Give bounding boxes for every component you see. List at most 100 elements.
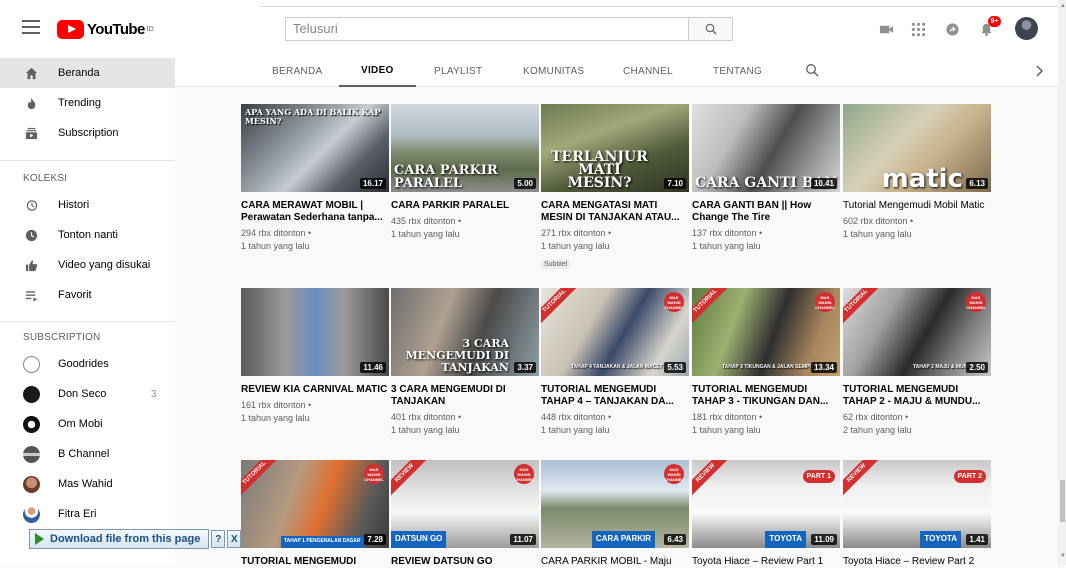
video-card[interactable]: TUTORIAL MAS WAHID CHANNEL TAHAP 4 TANJA…	[541, 288, 689, 437]
video-title[interactable]: CARA PARKIR MOBIL - Maju	[541, 556, 689, 568]
create-video-icon[interactable]	[878, 21, 894, 37]
video-thumbnail[interactable]: TUTORIAL MAS WAHID CHANNEL TAHAP 3 TIKUN…	[692, 288, 840, 376]
video-thumbnail[interactable]: TUTORIAL MAS WAHID CHANNEL TAHAP 2 MAJU …	[843, 288, 991, 376]
video-title[interactable]: Toyota Hiace – Review Part 2	[843, 556, 991, 568]
video-card[interactable]: 3 CARA MENGEMUDI DI TANJAKAN 3.37 3 CARA…	[391, 288, 539, 437]
video-card[interactable]: REVIEW PART 1 TOYOTA 11.09 Toyota Hiace …	[692, 460, 840, 568]
video-card[interactable]: APA YANG ADA DI BALIK KAP MESIN? 16.17 C…	[241, 104, 389, 253]
video-title[interactable]: REVIEW KIA CARNIVAL MATIC	[241, 384, 389, 396]
video-card[interactable]: CARA PARKIR PARALEL 5.00 CARA PARKIR PAR…	[391, 104, 539, 241]
video-thumbnail[interactable]: matic 6.13	[843, 104, 991, 192]
clock-icon	[24, 228, 38, 242]
apps-grid-icon[interactable]	[910, 21, 926, 37]
sidebar-item-label: Mas Wahid	[58, 478, 113, 490]
part-badge: PART 1	[802, 470, 835, 483]
video-duration: 6.13	[966, 178, 988, 189]
video-thumbnail[interactable]: REVIEW MAS WAHID CHANNEL DATSUN GO 11.07	[391, 460, 539, 548]
video-card[interactable]: REVIEW PART 2 TOYOTA 1.41 Toyota Hiace –…	[843, 460, 991, 568]
tab-video[interactable]: VIDEO	[339, 56, 416, 87]
sidebar-item-label: Beranda	[58, 67, 100, 79]
tab-komunitas[interactable]: KOMUNITAS	[523, 56, 584, 87]
video-card[interactable]: TUTORIAL MAS WAHID CHANNEL TAHAP 1 PENGE…	[241, 460, 389, 568]
play-arrow-icon	[35, 533, 44, 545]
video-thumbnail[interactable]: REVIEW PART 1 TOYOTA 11.09	[692, 460, 840, 548]
download-file-button[interactable]: Download file from this page	[29, 529, 210, 549]
video-title[interactable]: CARA MERAWAT MOBIL | Perawatan Sederhana…	[241, 200, 389, 224]
thumbnail-text: 3 CARA MENGEMUDI DI TANJAKAN	[405, 337, 509, 374]
download-close-button[interactable]: X	[227, 530, 242, 548]
video-thumbnail[interactable]: MAS WAHID CHANNEL CARA PARKIR 6.43	[541, 460, 689, 548]
sidebar-sub-don-seco[interactable]: Don Seco 3	[0, 379, 175, 409]
video-title[interactable]: CARA GANTI BAN || How Change The Tire	[692, 200, 840, 224]
messages-icon[interactable]	[944, 21, 960, 37]
video-thumbnail[interactable]: TUTORIAL MAS WAHID CHANNEL TAHAP 4 TANJA…	[541, 288, 689, 376]
video-thumbnail[interactable]: TUTORIAL MAS WAHID CHANNEL TAHAP 1 PENGE…	[241, 460, 389, 548]
video-card[interactable]: TUTORIAL MAS WAHID CHANNEL TAHAP 2 MAJU …	[843, 288, 991, 437]
download-help-button[interactable]: ?	[211, 530, 226, 548]
sidebar-sub-goodrides[interactable]: Goodrides	[0, 349, 175, 379]
video-card[interactable]: TUTORIAL MAS WAHID CHANNEL TAHAP 3 TIKUN…	[692, 288, 840, 437]
sidebar-item-label: Video yang disukai	[58, 259, 151, 271]
video-card[interactable]: 11.46 REVIEW KIA CARNIVAL MATIC 161 rbx …	[241, 288, 389, 425]
sidebar-sub-mas-wahid[interactable]: Mas Wahid	[0, 469, 175, 499]
video-title[interactable]: Tutorial Mengemudi Mobil Matic	[843, 200, 991, 212]
video-title[interactable]: TUTORIAL MENGEMUDI	[241, 556, 389, 568]
sidebar-item-label: Subscription	[58, 127, 119, 139]
sidebar-item-histori[interactable]: Histori	[0, 190, 175, 220]
sidebar-item-video-disukai[interactable]: Video yang disukai	[0, 250, 175, 280]
sidebar-item-subscription[interactable]: Subscription	[0, 118, 175, 148]
sidebar-item-favorit[interactable]: Favorit	[0, 280, 175, 310]
thumbnail-text: TAHAP 4 TANJAKAN & JALAN MACET	[571, 364, 663, 370]
tab-tentang[interactable]: TENTANG	[713, 56, 762, 87]
account-avatar[interactable]	[1015, 17, 1038, 40]
video-views: 294 rbx ditonton •	[241, 228, 312, 238]
chevron-right-icon[interactable]	[1033, 64, 1045, 78]
video-title[interactable]: REVIEW DATSUN GO	[391, 556, 539, 568]
video-thumbnail[interactable]: TERLANJUR MATI MESIN? 7.10	[541, 104, 689, 192]
sidebar-item-beranda[interactable]: Beranda	[0, 58, 175, 88]
video-title[interactable]: CARA PARKIR PARALEL	[391, 200, 539, 212]
tab-playlist[interactable]: PLAYLIST	[434, 56, 482, 87]
thumbnail-text: matic	[881, 164, 963, 192]
video-title[interactable]: 3 CARA MENGEMUDI DI TANJAKAN	[391, 384, 539, 408]
video-thumbnail[interactable]: CARA PARKIR PARALEL 5.00	[391, 104, 539, 192]
video-title[interactable]: TUTORIAL MENGEMUDI TAHAP 2 - MAJU & MUND…	[843, 384, 991, 408]
thumbnail-text: TERLANJUR MATI MESIN?	[551, 149, 648, 191]
scroll-down-arrow-icon[interactable]: ▼	[1060, 553, 1066, 559]
video-title[interactable]: Toyota Hiace – Review Part 1	[692, 556, 840, 568]
video-card[interactable]: matic 6.13 Tutorial Mengemudi Mobil Mati…	[843, 104, 991, 241]
sidebar-sub-om-mobi[interactable]: Om Mobi	[0, 409, 175, 439]
channel-search-icon[interactable]	[805, 63, 819, 77]
part-badge: PART 2	[953, 470, 986, 483]
video-thumbnail[interactable]: 11.46	[241, 288, 389, 376]
search-button[interactable]	[689, 17, 733, 41]
sidebar: Beranda Trending Subscription KOLEKSI Hi…	[0, 56, 175, 565]
sidebar-item-trending[interactable]: Trending	[0, 88, 175, 118]
video-card[interactable]: MAS WAHID CHANNEL CARA PARKIR 6.43 CARA …	[541, 460, 689, 568]
video-card[interactable]: REVIEW MAS WAHID CHANNEL DATSUN GO 11.07…	[391, 460, 539, 568]
video-title[interactable]: TUTORIAL MENGEMUDI TAHAP 4 – TANJAKAN DA…	[541, 384, 689, 408]
sidebar-sub-b-channel[interactable]: B Channel	[0, 439, 175, 469]
video-thumbnail[interactable]: APA YANG ADA DI BALIK KAP MESIN? 16.17	[241, 104, 389, 192]
video-age: 1 tahun yang lalu	[843, 229, 912, 239]
channel-avatar	[23, 505, 40, 523]
video-thumbnail[interactable]: CARA GANTI BAN 10.41	[692, 104, 840, 192]
sidebar-sub-fitra-eri[interactable]: Fitra Eri	[0, 499, 175, 529]
tab-channel[interactable]: CHANNEL	[623, 56, 673, 87]
scroll-up-arrow-icon[interactable]: ▲	[1060, 3, 1066, 9]
video-thumbnail[interactable]: REVIEW PART 2 TOYOTA 1.41	[843, 460, 991, 548]
sidebar-divider	[0, 160, 175, 161]
menu-icon[interactable]	[22, 20, 40, 34]
channel-avatar	[23, 475, 40, 493]
sidebar-item-tonton-nanti[interactable]: Tonton nanti	[0, 220, 175, 250]
tab-beranda[interactable]: BERANDA	[272, 56, 322, 87]
video-thumbnail[interactable]: 3 CARA MENGEMUDI DI TANJAKAN 3.37	[391, 288, 539, 376]
video-title[interactable]: CARA MENGATASI MATI MESIN DI TANJAKAN AT…	[541, 200, 689, 224]
video-title[interactable]: TUTORIAL MENGEMUDI TAHAP 3 - TIKUNGAN DA…	[692, 384, 840, 408]
video-duration: 1.41	[966, 534, 988, 545]
scrollbar-thumb[interactable]	[1060, 480, 1065, 522]
search-input[interactable]: Telusuri	[285, 17, 689, 41]
video-card[interactable]: TERLANJUR MATI MESIN? 7.10 CARA MENGATAS…	[541, 104, 689, 271]
video-card[interactable]: CARA GANTI BAN 10.41 CARA GANTI BAN || H…	[692, 104, 840, 253]
youtube-logo[interactable]: YouTube ID	[57, 20, 154, 39]
